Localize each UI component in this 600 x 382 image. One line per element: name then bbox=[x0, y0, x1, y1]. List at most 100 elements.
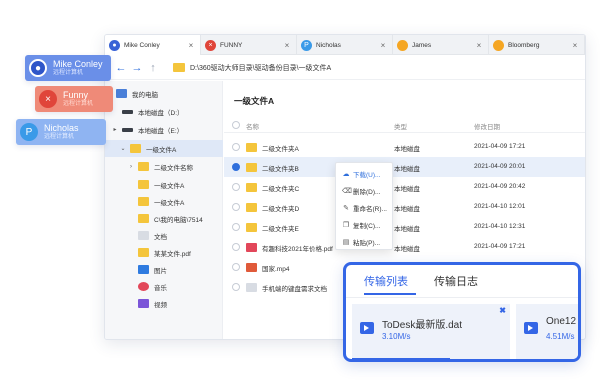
file-type: 本地磁盘 bbox=[394, 146, 420, 153]
close-icon[interactable]: × bbox=[570, 41, 580, 50]
address-path[interactable]: D:\360驱动大师目录\驱动备份目录\一级文件A bbox=[190, 63, 331, 73]
row-checkbox[interactable] bbox=[232, 263, 240, 271]
select-all-checkbox[interactable] bbox=[232, 121, 240, 129]
menu-item-label: 粘贴(P)... bbox=[353, 239, 381, 247]
column-type[interactable]: 类型 bbox=[394, 121, 407, 131]
folder-icon bbox=[130, 144, 141, 153]
sidebar-item-label: 某某文件.pdf bbox=[154, 250, 191, 258]
sidebar-item-label: 我的电脑 bbox=[132, 91, 158, 99]
video-file-icon bbox=[246, 263, 257, 272]
menu-item-download[interactable]: ☁ 下载(U)... bbox=[336, 165, 392, 182]
delete-icon: ⌫ bbox=[342, 187, 352, 195]
close-icon[interactable]: × bbox=[282, 41, 292, 50]
menu-item-paste[interactable]: ▤ 粘贴(P)... bbox=[336, 233, 392, 250]
sidebar-item-pdf[interactable]: 某某文件.pdf bbox=[105, 244, 223, 261]
table-row[interactable]: 二级文件夹B 本地磁盘 2021-04-09 20:01 bbox=[224, 157, 585, 177]
row-checkbox[interactable] bbox=[232, 243, 240, 251]
close-icon[interactable]: ✖ bbox=[499, 306, 506, 315]
context-menu: ☁ 下载(U)... ⌫ 删除(D)... ✎ 重命名(R)... ❐ 复制(C… bbox=[335, 162, 393, 250]
tab-james[interactable]: James × bbox=[393, 35, 489, 55]
file-name: 二级文件夹A bbox=[262, 146, 299, 153]
sidebar-item-drive-e[interactable]: ▸ 本地磁盘（E:） bbox=[105, 121, 223, 138]
transfer-item[interactable]: ✖ ToDesk最新版.dat 3.10M/s bbox=[352, 304, 510, 359]
table-row[interactable]: 二级文件夹A 本地磁盘 2021-04-09 17:21 bbox=[224, 137, 585, 157]
close-icon[interactable]: × bbox=[186, 41, 196, 50]
file-play-icon bbox=[524, 322, 538, 334]
copy-icon: ❐ bbox=[342, 221, 350, 229]
sidebar-item-music[interactable]: 音乐 bbox=[105, 278, 223, 295]
table-header: 名称 类型 修改日期 bbox=[224, 117, 585, 133]
sidebar-item-my-computer[interactable]: 我的电脑 bbox=[105, 85, 223, 102]
chevron-down-icon[interactable]: ⌄ bbox=[119, 145, 127, 152]
user-card-mike-conley[interactable]: ● Mike Conley 远程计算机 bbox=[25, 55, 111, 81]
up-arrow-icon[interactable]: ↑ bbox=[145, 62, 161, 74]
menu-item-rename[interactable]: ✎ 重命名(R)... bbox=[336, 199, 392, 216]
user-card-funny[interactable]: × Funny 远程计算机 bbox=[35, 86, 113, 112]
table-row[interactable]: 二级文件夹E 本地磁盘 2021-04-10 12:31 bbox=[224, 217, 585, 237]
menu-item-delete[interactable]: ⌫ 删除(D)... bbox=[336, 182, 392, 199]
sidebar-item-label: 本地磁盘（D:） bbox=[138, 109, 184, 117]
sidebar-item-label: 一级文件A bbox=[154, 182, 185, 190]
back-arrow-icon[interactable]: ← bbox=[113, 62, 129, 74]
sidebar-item-drive-d[interactable]: 本地磁盘（D:） bbox=[105, 103, 223, 120]
file-name: 二级文件夹E bbox=[262, 226, 299, 233]
transfer-speed: 3.10M/s bbox=[382, 332, 411, 341]
column-name[interactable]: 名称 bbox=[246, 121, 259, 131]
folder-icon bbox=[246, 183, 257, 192]
folder-icon bbox=[173, 63, 185, 72]
tab-mike-conley[interactable]: ● Mike Conley × bbox=[105, 35, 201, 55]
paste-icon: ▤ bbox=[342, 238, 350, 246]
forward-arrow-icon[interactable]: → bbox=[129, 62, 145, 74]
sidebar-item-label: 图片 bbox=[154, 267, 167, 275]
sidebar-item-folder-a-2[interactable]: 一级文件A bbox=[105, 176, 223, 193]
row-checkbox[interactable] bbox=[232, 163, 240, 171]
table-row[interactable]: 二级文件夹C 本地磁盘 2021-04-09 20:42 bbox=[224, 177, 585, 197]
sidebar-item-documents[interactable]: 文档 bbox=[105, 227, 223, 244]
table-row[interactable]: 有趣科技2021年价格.pdf 本地磁盘 2021-04-09 17:21 bbox=[224, 237, 585, 257]
tab-bar: ● Mike Conley × × FUNNY × P Nicholas × J… bbox=[105, 35, 585, 55]
sidebar-item-label: 音乐 bbox=[154, 284, 167, 292]
orange-circle-icon bbox=[397, 39, 408, 51]
tab-label: Bloomberg bbox=[508, 41, 540, 49]
transfer-panel: 传输列表 传输日志 ✖ ToDesk最新版.dat 3.10M/s One12 … bbox=[343, 262, 581, 362]
transfer-item[interactable]: One12 4.51M/s bbox=[516, 304, 578, 359]
tab-funny[interactable]: × FUNNY × bbox=[201, 35, 297, 55]
rename-icon: ✎ bbox=[343, 204, 349, 212]
user-card-nicholas[interactable]: P Nicholas 远程计算机 bbox=[16, 119, 106, 145]
folder-icon bbox=[246, 203, 257, 212]
p-icon: P bbox=[301, 39, 312, 51]
user-icon: ● bbox=[109, 39, 120, 51]
chevron-right-icon[interactable]: ▸ bbox=[111, 126, 119, 133]
row-checkbox[interactable] bbox=[232, 183, 240, 191]
close-icon[interactable]: × bbox=[474, 41, 484, 50]
sidebar-item-label: 文档 bbox=[154, 233, 167, 241]
row-checkbox[interactable] bbox=[232, 283, 240, 291]
row-checkbox[interactable] bbox=[232, 223, 240, 231]
close-icon[interactable]: × bbox=[378, 41, 388, 50]
sidebar-item-pictures[interactable]: 图片 bbox=[105, 261, 223, 278]
sidebar-item-video[interactable]: 视频 bbox=[105, 295, 223, 312]
column-modified[interactable]: 修改日期 bbox=[474, 121, 500, 131]
tab-nicholas[interactable]: P Nicholas × bbox=[297, 35, 393, 55]
picture-icon bbox=[138, 265, 149, 274]
tab-bloomberg[interactable]: Bloomberg × bbox=[489, 35, 585, 55]
user-subtitle: 远程计算机 bbox=[63, 101, 94, 107]
sidebar-item-folder-a[interactable]: ⌄ 一级文件A bbox=[105, 140, 223, 157]
file-date: 2021-04-09 20:42 bbox=[474, 183, 526, 190]
file-date: 2021-04-09 17:21 bbox=[474, 243, 526, 250]
chevron-right-icon[interactable]: › bbox=[127, 164, 135, 170]
row-checkbox[interactable] bbox=[232, 143, 240, 151]
folder-icon bbox=[138, 197, 149, 206]
sidebar-item-subfolder[interactable]: › 二级文件名称 bbox=[105, 158, 223, 175]
menu-item-copy[interactable]: ❐ 复制(C)... bbox=[336, 216, 392, 233]
user-name: Nicholas bbox=[44, 123, 79, 133]
document-icon bbox=[138, 231, 149, 240]
table-row[interactable]: 二级文件夹D 本地磁盘 2021-04-10 12:01 bbox=[224, 197, 585, 217]
row-checkbox[interactable] bbox=[232, 203, 240, 211]
sidebar-item-path[interactable]: C\我的电脑\7514 bbox=[105, 210, 223, 227]
tab-transfer-list[interactable]: 传输列表 bbox=[364, 273, 408, 289]
tab-transfer-log[interactable]: 传输日志 bbox=[434, 273, 478, 289]
folder-icon bbox=[138, 214, 149, 223]
sidebar-item-folder-a-3[interactable]: 一级文件A bbox=[105, 193, 223, 210]
tab-label: Mike Conley bbox=[124, 41, 160, 49]
